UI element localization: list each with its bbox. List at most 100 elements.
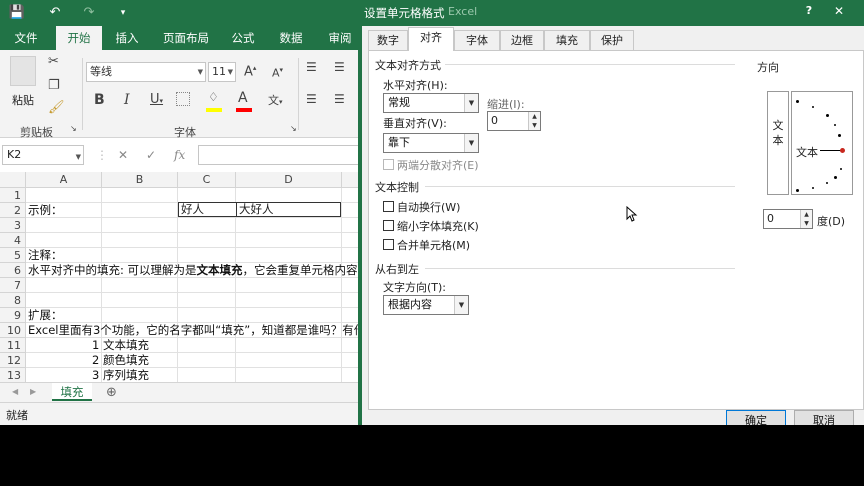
select-all-corner[interactable] bbox=[0, 172, 26, 188]
italic-icon[interactable]: I bbox=[124, 92, 130, 108]
tab-insert[interactable]: 插入 bbox=[106, 26, 148, 50]
row-header[interactable]: 2 bbox=[0, 203, 26, 218]
cell-a6[interactable]: 水平对齐中的填充: 可以理解为是文本填充，它会重复单元格内容 bbox=[28, 263, 358, 278]
align-center-icon[interactable]: ☰ bbox=[334, 92, 345, 106]
row-header[interactable]: 5 bbox=[0, 248, 26, 263]
vertical-select[interactable]: 靠下 ▼ bbox=[383, 133, 479, 153]
copy-icon[interactable]: ❐ bbox=[48, 78, 60, 93]
save-icon[interactable]: 💾 bbox=[8, 4, 26, 22]
customize-toolbar-icon[interactable]: ▾ bbox=[114, 4, 132, 22]
tab-review[interactable]: 审阅 bbox=[320, 26, 360, 50]
font-color-icon[interactable]: A bbox=[238, 90, 248, 106]
ok-button[interactable]: 确定 bbox=[726, 410, 786, 425]
column-header[interactable]: C bbox=[178, 172, 236, 188]
cell-d2[interactable]: 大好人 bbox=[236, 202, 341, 217]
undo-icon[interactable]: ↶ bbox=[46, 4, 64, 22]
tab-font[interactable]: 字体 bbox=[454, 30, 500, 50]
degree-spinner[interactable]: 0 ▲ ▼ bbox=[763, 209, 813, 229]
dial-handle[interactable] bbox=[840, 148, 845, 153]
horizontal-label: 水平对齐(H): bbox=[383, 79, 448, 92]
wrap-text-checkbox[interactable] bbox=[383, 201, 394, 212]
text-direction-select[interactable]: 根据内容 ▼ bbox=[383, 295, 469, 315]
redo-icon[interactable]: ↷ bbox=[80, 4, 98, 22]
font-size-box[interactable]: 11 ▼ bbox=[208, 62, 236, 82]
column-header[interactable]: A bbox=[26, 172, 102, 188]
fill-color-icon[interactable]: ♢ bbox=[208, 90, 219, 104]
decrease-font-icon[interactable]: A▾ bbox=[272, 66, 283, 80]
indent-spinner[interactable]: 0 ▲ ▼ bbox=[487, 111, 541, 131]
clipboard-icon[interactable] bbox=[10, 56, 36, 86]
row-header[interactable]: 9 bbox=[0, 308, 26, 323]
enter-entry-icon[interactable]: ✓ bbox=[146, 145, 156, 165]
name-box[interactable]: K2 ▼ bbox=[2, 145, 84, 165]
cell-a9[interactable]: 扩展： bbox=[28, 308, 63, 323]
chevron-down-icon: ▼ bbox=[197, 68, 203, 76]
cell-c2[interactable]: 好人 bbox=[178, 202, 237, 217]
dialog-title-ghost: Excel bbox=[448, 5, 478, 18]
dialog-launcher-icon[interactable]: ↘ bbox=[70, 124, 77, 133]
underline-icon[interactable]: U▾ bbox=[150, 92, 163, 107]
help-button[interactable]: ? bbox=[798, 2, 820, 20]
shrink-to-fit-checkbox[interactable] bbox=[383, 220, 394, 231]
borders-icon[interactable] bbox=[176, 92, 190, 106]
row-header[interactable]: 12 bbox=[0, 353, 26, 368]
row-header[interactable]: 8 bbox=[0, 293, 26, 308]
orientation-dial[interactable]: 文本 bbox=[791, 91, 853, 195]
tab-page-layout[interactable]: 页面布局 bbox=[156, 26, 216, 50]
row-header[interactable]: 1 bbox=[0, 188, 26, 203]
align-middle-icon[interactable]: ☰ bbox=[334, 60, 345, 74]
cut-icon[interactable]: ✂ bbox=[48, 54, 59, 69]
cell-a5[interactable]: 注释： bbox=[28, 248, 63, 263]
cell-a13[interactable]: 3 序列填充 bbox=[92, 368, 149, 383]
row-header[interactable]: 6 bbox=[0, 263, 26, 278]
tab-home[interactable]: 开始 bbox=[56, 26, 102, 50]
paste-button[interactable]: 粘贴 bbox=[12, 92, 34, 108]
insert-function-icon[interactable]: fx bbox=[174, 145, 185, 165]
align-left-icon[interactable]: ☰ bbox=[306, 92, 317, 106]
row-header[interactable]: 11 bbox=[0, 338, 26, 353]
spin-up-icon[interactable]: ▲ bbox=[800, 210, 812, 219]
merge-cells-checkbox[interactable] bbox=[383, 239, 394, 250]
horizontal-select[interactable]: 常规 ▼ bbox=[383, 93, 479, 113]
prev-sheet-icon[interactable]: ◀ bbox=[12, 387, 18, 396]
tab-file[interactable]: 文件 bbox=[6, 26, 46, 50]
tab-formulas[interactable]: 公式 bbox=[222, 26, 264, 50]
increase-font-icon[interactable]: A▴ bbox=[244, 64, 256, 79]
cancel-entry-icon[interactable]: ✕ bbox=[118, 145, 128, 165]
sheet-tab[interactable]: 填充 bbox=[52, 383, 92, 401]
next-sheet-icon[interactable]: ▶ bbox=[30, 387, 36, 396]
bold-icon[interactable]: B bbox=[94, 92, 105, 108]
tab-data[interactable]: 数据 bbox=[270, 26, 312, 50]
phonetic-icon[interactable]: 文▾ bbox=[268, 92, 283, 108]
row-header[interactable]: 7 bbox=[0, 278, 26, 293]
cell-a12[interactable]: 2 颜色填充 bbox=[92, 353, 149, 368]
column-header[interactable]: D bbox=[236, 172, 342, 188]
spin-down-icon[interactable]: ▼ bbox=[800, 219, 812, 228]
column-header[interactable]: B bbox=[102, 172, 178, 188]
cell-a11[interactable]: 1 文本填充 bbox=[92, 338, 149, 353]
tab-protection[interactable]: 保护 bbox=[590, 30, 634, 50]
row-header[interactable]: 4 bbox=[0, 233, 26, 248]
vertical-text-toggle[interactable]: 文本 bbox=[767, 91, 789, 195]
spin-down-icon[interactable]: ▼ bbox=[528, 121, 540, 130]
cancel-button[interactable]: 取消 bbox=[794, 410, 854, 425]
format-painter-icon[interactable]: 🖌 bbox=[48, 100, 65, 115]
distributed-checkbox[interactable] bbox=[383, 159, 394, 170]
row-header[interactable]: 13 bbox=[0, 368, 26, 383]
close-button[interactable]: ✕ bbox=[828, 2, 850, 20]
tab-alignment[interactable]: 对齐 bbox=[408, 27, 454, 51]
cell-a10[interactable]: Excel里面有3个功能，它的名字都叫“填充”，知道都是谁吗？有什 bbox=[28, 323, 365, 338]
dialog-launcher-icon[interactable]: ↘ bbox=[290, 124, 297, 133]
row-header[interactable]: 3 bbox=[0, 218, 26, 233]
spin-up-icon[interactable]: ▲ bbox=[528, 112, 540, 121]
align-top-icon[interactable]: ☰ bbox=[306, 60, 317, 74]
merge-cells-label: 合并单元格(M) bbox=[397, 239, 471, 252]
shrink-to-fit-label: 缩小字体填充(K) bbox=[397, 220, 479, 233]
row-header[interactable]: 10 bbox=[0, 323, 26, 338]
tab-fill[interactable]: 填充 bbox=[544, 30, 590, 50]
cell-a2[interactable]: 示例： bbox=[28, 203, 63, 218]
add-sheet-icon[interactable]: ⊕ bbox=[106, 385, 117, 400]
font-name-box[interactable]: 等线 ▼ bbox=[86, 62, 206, 82]
tab-border[interactable]: 边框 bbox=[500, 30, 544, 50]
tab-number[interactable]: 数字 bbox=[368, 30, 408, 50]
